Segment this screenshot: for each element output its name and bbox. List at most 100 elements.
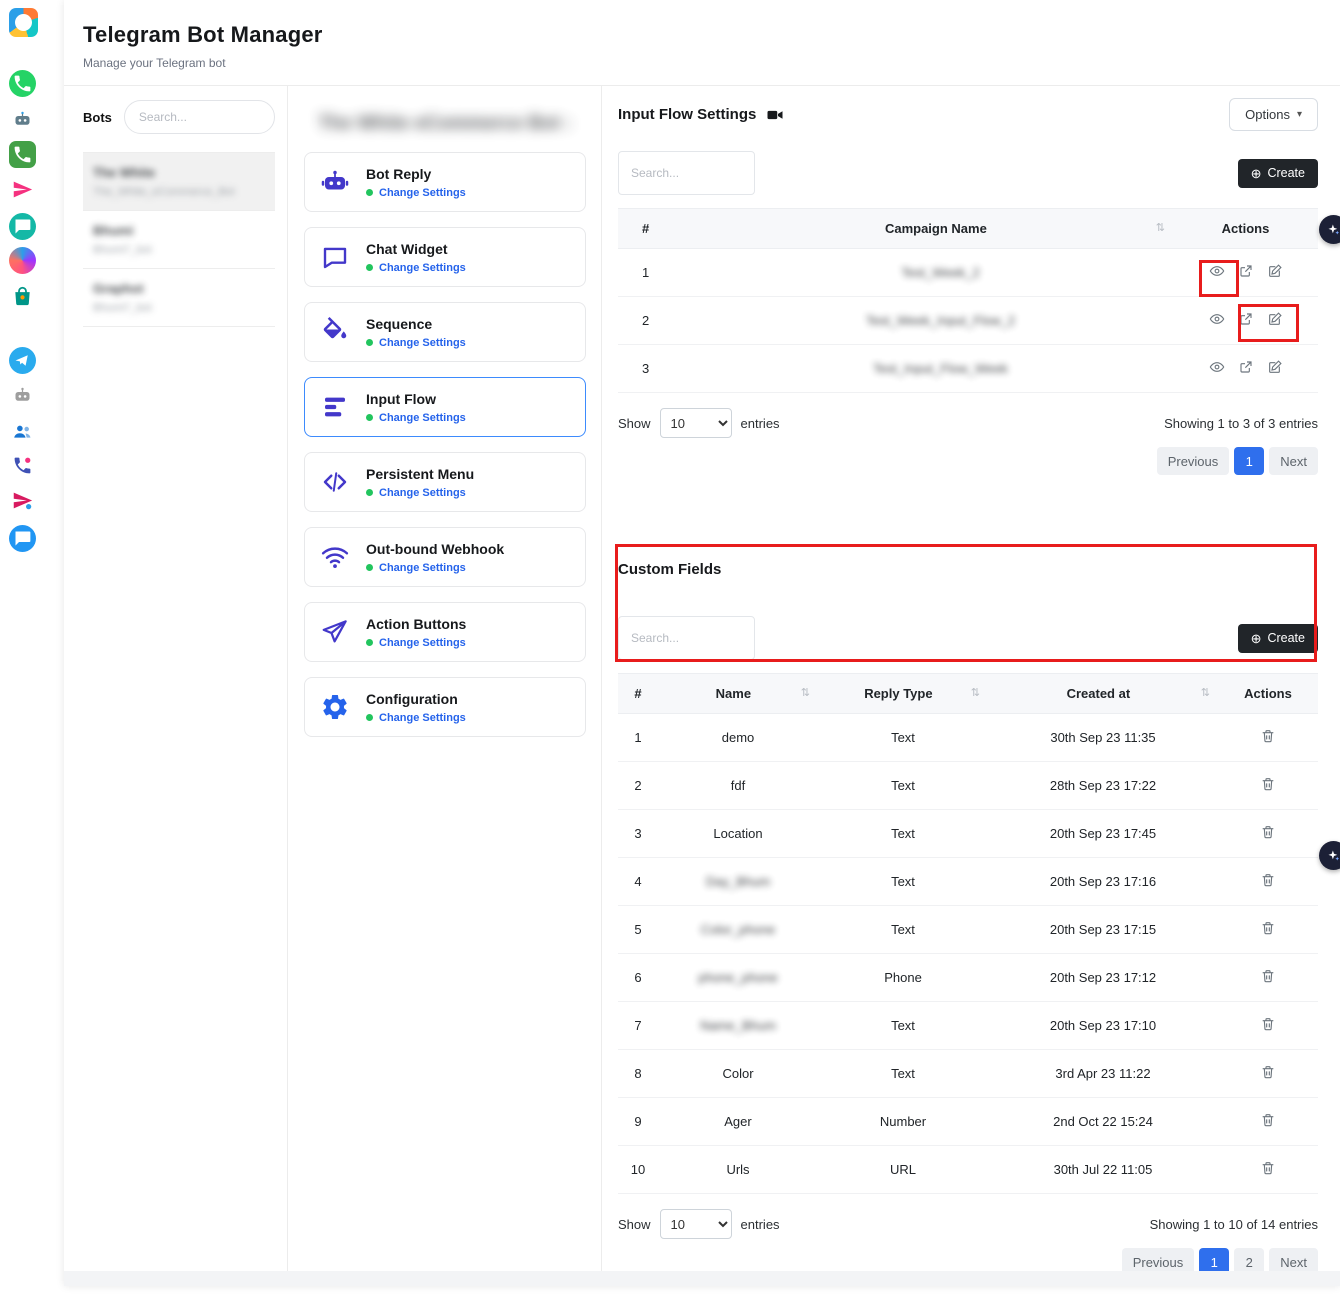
edit-icon[interactable]: [1267, 263, 1283, 282]
selected-bot-heading: The White eCommerce Bot :: [304, 96, 586, 152]
status-dot: [366, 489, 373, 496]
phone-icon[interactable]: [9, 452, 36, 479]
page-size-select[interactable]: 10: [660, 1209, 732, 1239]
delete-icon[interactable]: [1260, 1116, 1276, 1131]
col-header-reply-type[interactable]: Reply Type⇅: [818, 674, 988, 714]
input-flow-settings-title: Input Flow Settings: [618, 106, 756, 123]
entries-label: entries: [741, 416, 780, 431]
card-persistent-menu[interactable]: Persistent Menu Change Settings: [304, 452, 586, 512]
change-settings-link[interactable]: Change Settings: [366, 262, 466, 274]
assistant-fab-bottom[interactable]: [1319, 841, 1340, 870]
contacts-icon[interactable]: [9, 418, 36, 445]
shop-icon[interactable]: [9, 283, 36, 310]
delete-icon[interactable]: [1260, 732, 1276, 747]
card-outbound-webhook[interactable]: Out-bound Webhook Change Settings: [304, 527, 586, 587]
bot-list-item[interactable]: Graphot Bhumi7_bot: [83, 269, 275, 327]
view-icon[interactable]: [1209, 263, 1225, 282]
assistant-fab-top[interactable]: [1319, 215, 1340, 244]
next-page-button[interactable]: Next: [1269, 447, 1318, 475]
app-logo-icon[interactable]: [9, 8, 38, 37]
bots-search-input[interactable]: [124, 100, 275, 134]
previous-page-button[interactable]: Previous: [1157, 447, 1230, 475]
create-campaign-button[interactable]: ⊕Create: [1238, 159, 1318, 188]
messenger-bot-icon[interactable]: [9, 106, 36, 133]
delete-icon[interactable]: [1260, 828, 1276, 843]
reply-type: Text: [818, 1050, 988, 1098]
delete-icon[interactable]: [1260, 1164, 1276, 1179]
card-bot-reply[interactable]: Bot Reply Change Settings: [304, 152, 586, 212]
caret-down-icon: ▾: [1297, 109, 1302, 120]
whatsapp-icon[interactable]: [9, 70, 36, 97]
col-header-name[interactable]: Name⇅: [658, 674, 818, 714]
card-title: Input Flow: [366, 391, 466, 407]
delete-icon[interactable]: [1260, 1068, 1276, 1083]
bot-handle: Bhumi7_bot: [93, 244, 265, 256]
telegram-send-icon[interactable]: [9, 487, 36, 514]
change-settings-link[interactable]: Change Settings: [366, 487, 474, 499]
view-icon[interactable]: [1209, 359, 1225, 378]
row-num: 10: [618, 1146, 658, 1194]
col-header-num[interactable]: #: [618, 209, 708, 249]
status-dot: [366, 414, 373, 421]
campaigns-table: # Campaign Name⇅ Actions 1 Test_Week_2: [618, 208, 1318, 393]
change-settings-link[interactable]: Change Settings: [366, 712, 466, 724]
options-button[interactable]: Options▾: [1229, 98, 1318, 131]
change-settings-link[interactable]: Change Settings: [366, 412, 466, 424]
chat-teal-icon[interactable]: [9, 213, 36, 240]
col-header-campaign-name[interactable]: Campaign Name⇅: [708, 209, 1173, 249]
delete-icon[interactable]: [1260, 924, 1276, 939]
view-icon[interactable]: [1209, 311, 1225, 330]
card-sequence[interactable]: Sequence Change Settings: [304, 302, 586, 362]
whatsapp-business-icon[interactable]: [9, 141, 36, 168]
table-row: 5 Color_phone Text 20th Sep 23 17:15: [618, 906, 1318, 954]
edit-icon[interactable]: [1267, 359, 1283, 378]
col-header-created-at[interactable]: Created at⇅: [988, 674, 1218, 714]
table-row: 4 Day_Bhum Text 20th Sep 23 17:16: [618, 858, 1318, 906]
create-custom-field-button[interactable]: ⊕Create: [1238, 624, 1318, 653]
row-num: 9: [618, 1098, 658, 1146]
card-configuration[interactable]: Configuration Change Settings: [304, 677, 586, 737]
chat-blue-icon[interactable]: [9, 525, 36, 552]
telegram-pink-icon[interactable]: [9, 176, 36, 203]
card-chat-widget[interactable]: Chat Widget Change Settings: [304, 227, 586, 287]
change-settings-link[interactable]: Change Settings: [366, 562, 504, 574]
messenger-icon[interactable]: [9, 247, 36, 274]
table-row: 6 phone_phone Phone 20th Sep 23 17:12: [618, 954, 1318, 1002]
wifi-icon: [319, 541, 351, 573]
delete-icon[interactable]: [1260, 780, 1276, 795]
card-input-flow[interactable]: Input Flow Change Settings: [304, 377, 586, 437]
card-title: Action Buttons: [366, 616, 466, 632]
bot-name: The White: [93, 165, 265, 180]
change-settings-link[interactable]: Change Settings: [366, 637, 466, 649]
bot-list-item[interactable]: The White The_White_eCommerce_Bot: [83, 152, 275, 211]
export-icon[interactable]: [1238, 359, 1254, 378]
edit-icon[interactable]: [1267, 311, 1283, 330]
col-header-num[interactable]: #: [618, 674, 658, 714]
table-row: 1 demo Text 30th Sep 23 11:35: [618, 714, 1318, 762]
sort-icon: ⇅: [971, 686, 980, 699]
main-panel: Telegram Bot Manager Manage your Telegra…: [64, 0, 1340, 1286]
card-action-buttons[interactable]: Action Buttons Change Settings: [304, 602, 586, 662]
custom-fields-title: Custom Fields: [618, 561, 1318, 578]
delete-icon[interactable]: [1260, 972, 1276, 987]
change-settings-link[interactable]: Change Settings: [366, 337, 466, 349]
campaign-search-input[interactable]: [618, 151, 755, 195]
custom-fields-section: Custom Fields ⊕Create # Name⇅ Reply Type…: [618, 561, 1318, 1276]
col-header-actions: Actions: [1173, 209, 1318, 249]
delete-icon[interactable]: [1260, 876, 1276, 891]
delete-icon[interactable]: [1260, 1020, 1276, 1035]
bots-panel: Bots The White The_White_eCommerce_Bot B…: [64, 86, 288, 1282]
change-settings-link[interactable]: Change Settings: [366, 187, 466, 199]
video-camera-icon[interactable]: [766, 106, 784, 124]
page-1-button[interactable]: 1: [1234, 447, 1264, 475]
export-icon[interactable]: [1238, 263, 1254, 282]
bot-name: Bhumi: [93, 223, 265, 238]
custom-fields-search-input[interactable]: [618, 616, 755, 660]
export-icon[interactable]: [1238, 311, 1254, 330]
page-size-select[interactable]: 10: [660, 408, 732, 438]
field-name: demo: [658, 714, 818, 762]
bot-gray-icon[interactable]: [9, 382, 36, 409]
bot-list-item[interactable]: Bhumi Bhumi7_bot: [83, 211, 275, 269]
telegram-icon[interactable]: [9, 347, 36, 374]
table-row: 2 Test_Week_Input_Flow_2: [618, 297, 1318, 345]
